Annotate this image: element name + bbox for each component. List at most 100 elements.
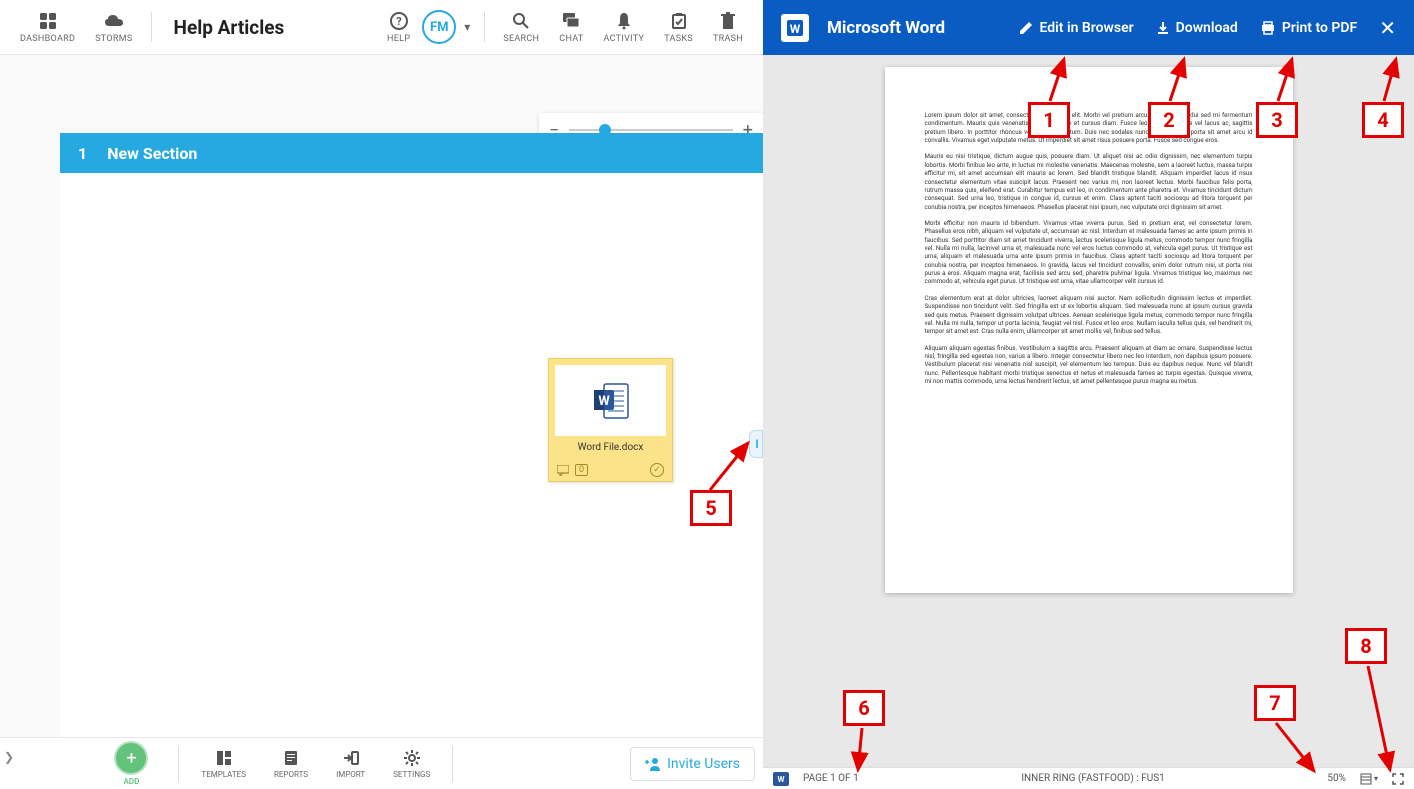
chevron-down-icon[interactable]: ▾: [458, 20, 476, 34]
check-icon[interactable]: ✓: [650, 463, 664, 477]
viewer-title: Microsoft Word: [827, 18, 945, 38]
divider: [178, 746, 179, 782]
zoom-slider[interactable]: [569, 129, 732, 131]
settings-button[interactable]: SETTINGS: [379, 748, 444, 779]
annotation-2: 2: [1148, 102, 1190, 138]
download-button[interactable]: Download: [1156, 20, 1238, 36]
doc-paragraph: Cras elementum erat at dolor ultricies, …: [925, 294, 1253, 336]
download-icon: [1156, 21, 1170, 35]
divider: [484, 12, 485, 42]
section-title: New Section: [107, 144, 197, 163]
add-label: ADD: [124, 777, 140, 786]
doc-paragraph: Morbi efficitur non mauris id bibendum. …: [925, 219, 1253, 286]
invite-users-button[interactable]: Invite Users: [630, 747, 755, 781]
document-page: Lorem ipsum dolor sit amet, consectetur …: [885, 67, 1293, 593]
gear-icon: [404, 748, 420, 768]
doc-paragraph: Lorem ipsum dolor sit amet, consectetur …: [925, 111, 1253, 144]
panel-drag-handle[interactable]: |||: [749, 430, 763, 458]
annotation-6: 6: [843, 690, 885, 726]
annotation-8: 8: [1345, 628, 1387, 664]
pencil-icon: [1019, 21, 1033, 35]
viewer-header: W Microsoft Word Edit in Browser Downloa…: [763, 0, 1414, 55]
trash-label: TRASH: [713, 34, 743, 44]
person-add-icon: [645, 757, 661, 771]
dashboard-button[interactable]: DASHBOARD: [10, 6, 85, 48]
expand-sidebar-button[interactable]: ❯: [4, 750, 14, 764]
settings-label: SETTINGS: [393, 770, 430, 779]
word-icon: W: [773, 772, 789, 786]
status-bar: W PAGE 1 OF 1 INNER RING (FASTFOOD) : FU…: [763, 767, 1414, 789]
divider: [151, 12, 152, 42]
import-icon: [343, 748, 359, 768]
annotation-4: 4: [1362, 102, 1404, 138]
doc-paragraph: Mauris eu nisi tristique, dictum augue q…: [925, 152, 1253, 211]
tasks-icon: [671, 10, 687, 32]
user-avatar[interactable]: FM: [422, 10, 456, 44]
grid-icon: [39, 10, 57, 32]
edit-label: Edit in Browser: [1039, 20, 1133, 36]
print-to-pdf-button[interactable]: Print to PDF: [1260, 20, 1357, 36]
storms-label: STORMS: [95, 34, 132, 44]
annotation-5: 5: [690, 490, 732, 526]
comment-icon[interactable]: [557, 465, 569, 476]
tasks-label: TASKS: [664, 34, 693, 44]
trash-button[interactable]: TRASH: [703, 6, 753, 48]
annotation-3: 3: [1256, 102, 1298, 138]
download-label: Download: [1176, 20, 1238, 36]
word-file-card[interactable]: W Word File.docx 0 ✓: [548, 358, 673, 482]
storms-button[interactable]: STORMS: [85, 6, 142, 48]
canvas-area[interactable]: − + ⌄ 1 New Section W: [0, 55, 763, 737]
invite-label: Invite Users: [667, 756, 740, 772]
divider: [452, 746, 453, 782]
activity-label: ACTIVITY: [604, 34, 645, 44]
close-button[interactable]: ✕: [1379, 16, 1396, 40]
top-toolbar: DASHBOARD STORMS Help Articles ? HELP FM…: [0, 0, 763, 55]
annotation-1: 1: [1028, 102, 1070, 138]
trash-icon: [721, 10, 735, 32]
search-label: SEARCH: [503, 34, 539, 44]
import-button[interactable]: IMPORT: [322, 748, 379, 779]
templates-icon: [216, 748, 232, 768]
zoom-level[interactable]: 50%: [1327, 773, 1346, 784]
svg-text:W: W: [598, 394, 610, 409]
templates-button[interactable]: TEMPLATES: [187, 748, 260, 779]
help-label: HELP: [387, 34, 410, 44]
chat-label: CHAT: [559, 34, 583, 44]
page-indicator[interactable]: PAGE 1 OF 1: [803, 773, 859, 784]
cloud-icon: [104, 10, 124, 32]
help-button[interactable]: ? HELP: [377, 6, 420, 48]
svg-text:W: W: [778, 775, 785, 784]
section-header[interactable]: 1 New Section: [60, 133, 763, 173]
templates-label: TEMPLATES: [201, 770, 246, 779]
reports-icon: [284, 748, 298, 768]
reports-label: REPORTS: [274, 770, 308, 779]
chat-button[interactable]: CHAT: [549, 6, 593, 48]
word-file-name: Word File.docx: [549, 436, 672, 459]
edit-in-browser-button[interactable]: Edit in Browser: [1019, 20, 1133, 36]
annotation-7: 7: [1254, 685, 1296, 721]
page-title: Help Articles: [174, 16, 285, 39]
reports-button[interactable]: REPORTS: [260, 748, 322, 779]
bottom-bar: + ADD TEMPLATES REPORTS IMPORT SETTINGS: [0, 737, 763, 789]
plus-icon: +: [114, 741, 148, 775]
section-number: 1: [78, 144, 87, 163]
word-file-preview: W: [555, 365, 666, 436]
print-label: Print to PDF: [1282, 20, 1357, 36]
word-icon: W: [590, 380, 632, 422]
view-mode-button[interactable]: ▾: [1360, 773, 1378, 785]
print-icon: [1260, 21, 1276, 35]
svg-text:W: W: [790, 22, 801, 36]
doc-paragraph: Aliquam aliquam egestas finibus. Vestibu…: [925, 344, 1253, 386]
bell-icon: [616, 10, 632, 32]
tasks-button[interactable]: TASKS: [654, 6, 703, 48]
word-icon: W: [781, 14, 809, 42]
svg-text:?: ?: [396, 15, 402, 28]
dashboard-label: DASHBOARD: [20, 34, 75, 44]
document-viewport[interactable]: Lorem ipsum dolor sit amet, consectetur …: [763, 55, 1414, 767]
add-button[interactable]: + ADD: [92, 741, 170, 786]
chat-icon: [562, 10, 580, 32]
activity-button[interactable]: ACTIVITY: [594, 6, 655, 48]
search-button[interactable]: SEARCH: [493, 6, 549, 48]
fullscreen-button[interactable]: [1392, 773, 1404, 785]
search-icon: [512, 10, 530, 32]
